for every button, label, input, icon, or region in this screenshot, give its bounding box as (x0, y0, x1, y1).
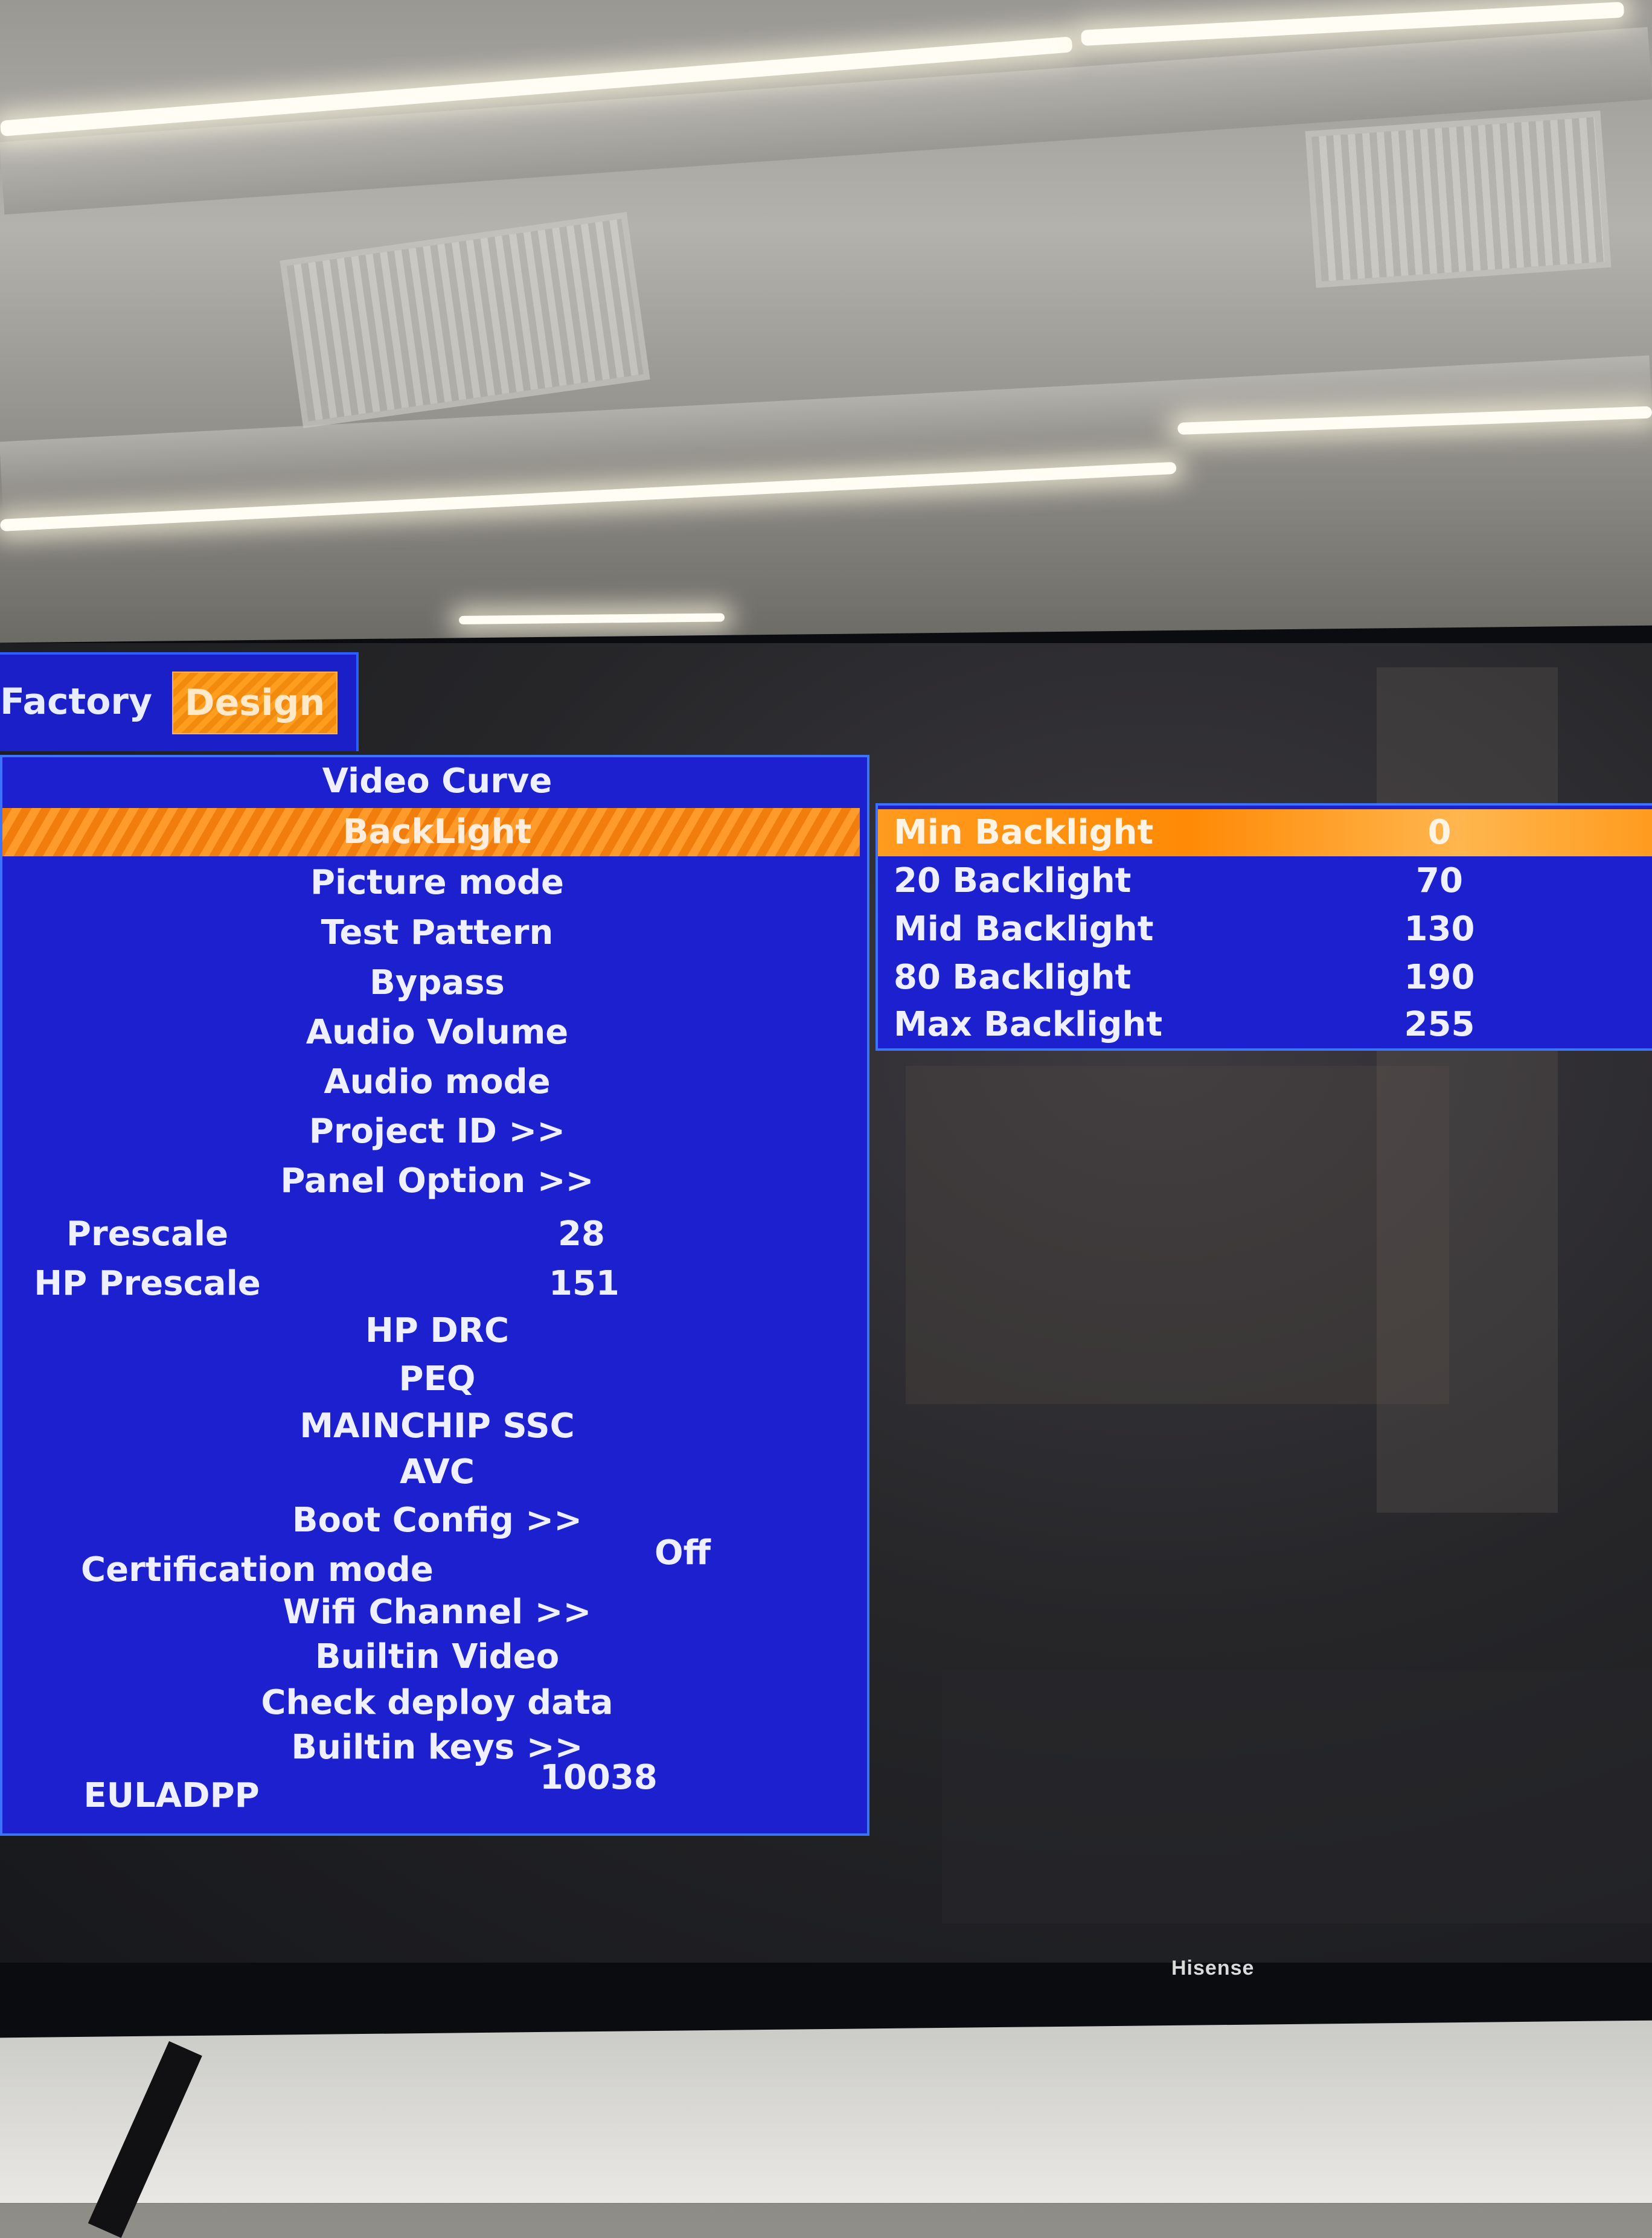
menu-item-label: Builtin keys >> (291, 1728, 583, 1767)
ceiling-vent (1305, 111, 1612, 288)
menu-item-label: HP Prescale (34, 1264, 261, 1303)
submenu-item-label: Min Backlight (894, 813, 1154, 852)
menu-item-builtin-video[interactable]: Builtin Video (2, 1633, 872, 1681)
menu-item-value: 28 (558, 1214, 605, 1254)
menu-item-value: 10038 (540, 1758, 658, 1797)
menu-item-label: Panel Option >> (280, 1161, 594, 1201)
menu-item-project-id[interactable]: Project ID >> (2, 1108, 872, 1156)
submenu-item-20-backlight[interactable]: 20 Backlight 70 (878, 858, 1652, 905)
submenu-item-80-backlight[interactable]: 80 Backlight 190 (878, 954, 1652, 1001)
menu-item-label: HP DRC (365, 1311, 510, 1350)
menu-item-label: AVC (400, 1452, 475, 1492)
menu-item-label: Bypass (370, 963, 505, 1002)
menu-item-label: Test Pattern (321, 913, 554, 952)
menu-item-mainchip-ssc[interactable]: MAINCHIP SSC (2, 1402, 872, 1451)
ceiling-vent (280, 212, 650, 428)
submenu-item-label: 20 Backlight (894, 861, 1132, 900)
menu-item-label: Audio mode (324, 1062, 551, 1101)
menu-item-check-deploy-data[interactable]: Check deploy data (2, 1679, 872, 1727)
submenu-item-min-backlight[interactable]: Min Backlight 0 (878, 809, 1652, 856)
menu-item-label: Picture mode (310, 863, 565, 902)
menu-item-audio-volume[interactable]: Audio Volume (2, 1008, 872, 1057)
menu-item-audio-mode[interactable]: Audio mode (2, 1058, 872, 1106)
submenu-item-value: 70 (1416, 861, 1463, 900)
menu-item-label: Audio Volume (306, 1013, 569, 1052)
menu-item-avc[interactable]: AVC (2, 1448, 872, 1496)
menu-item-value: 151 (549, 1264, 620, 1303)
menu-item-panel-option[interactable]: Panel Option >> (2, 1157, 872, 1205)
ceiling-background (0, 0, 1652, 652)
menu-item-label: Video Curve (322, 761, 552, 801)
submenu-item-value: 0 (1427, 813, 1452, 852)
screen-reflection (906, 1066, 1449, 1404)
menu-item-hp-drc[interactable]: HP DRC (2, 1307, 872, 1355)
submenu-item-label: Mid Backlight (894, 909, 1154, 949)
screen-reflection (1377, 667, 1558, 1513)
menu-item-euladpp[interactable]: EULADPP 10038 (2, 1758, 872, 1820)
menu-item-label: Project ID >> (309, 1112, 566, 1151)
menu-item-peq[interactable]: PEQ (2, 1355, 872, 1403)
menu-item-label: Prescale (66, 1214, 229, 1254)
menu-item-label: Boot Config >> (292, 1501, 583, 1540)
submenu-item-label: 80 Backlight (894, 958, 1132, 997)
menu-item-picture-mode[interactable]: Picture mode (2, 859, 872, 907)
menu-item-label: Wifi Channel >> (283, 1592, 592, 1632)
menu-item-backlight[interactable]: BackLight (2, 808, 860, 856)
menu-item-prescale[interactable]: Prescale 28 (2, 1210, 872, 1258)
submenu-item-label: Max Backlight (894, 1005, 1163, 1044)
menu-item-hp-prescale[interactable]: HP Prescale 151 (2, 1260, 872, 1308)
screen-reflection (942, 1670, 1652, 1923)
osd-tab-bar: Factory Design (0, 652, 359, 751)
backlight-submenu: Min Backlight 0 20 Backlight 70 Mid Back… (876, 803, 1652, 1051)
menu-item-video-curve[interactable]: Video Curve (2, 757, 872, 806)
submenu-item-value: 255 (1404, 1005, 1475, 1044)
tv-brand-logo: Hisense (1171, 1957, 1255, 1980)
menu-item-label: Check deploy data (261, 1683, 613, 1722)
menu-item-value: Off (655, 1533, 711, 1573)
submenu-item-value: 130 (1404, 909, 1475, 949)
menu-item-bypass[interactable]: Bypass (2, 959, 872, 1007)
floor (0, 2017, 1652, 2203)
menu-item-label: Builtin Video (315, 1637, 560, 1676)
menu-item-test-pattern[interactable]: Test Pattern (2, 909, 872, 957)
menu-item-label: Certification mode (81, 1550, 434, 1589)
tab-factory[interactable]: Factory (0, 672, 152, 732)
submenu-item-mid-backlight[interactable]: Mid Backlight 130 (878, 906, 1652, 953)
ceiling-light (459, 613, 725, 624)
menu-item-certification-mode[interactable]: Certification mode Off (2, 1533, 872, 1594)
tab-design[interactable]: Design (172, 672, 338, 734)
menu-item-builtin-keys[interactable]: Builtin keys >> (2, 1723, 872, 1772)
menu-item-label: MAINCHIP SSC (299, 1406, 575, 1446)
menu-item-label: EULADPP (83, 1776, 260, 1815)
menu-item-boot-config[interactable]: Boot Config >> (2, 1496, 872, 1545)
menu-item-label: PEQ (399, 1359, 476, 1399)
submenu-item-value: 190 (1404, 958, 1475, 997)
menu-item-label: BackLight (342, 812, 532, 851)
submenu-item-max-backlight[interactable]: Max Backlight 255 (878, 1001, 1652, 1048)
osd-main-menu: Video Curve BackLight Picture mode Test … (0, 755, 869, 1836)
menu-item-wifi-channel[interactable]: Wifi Channel >> (2, 1588, 872, 1637)
